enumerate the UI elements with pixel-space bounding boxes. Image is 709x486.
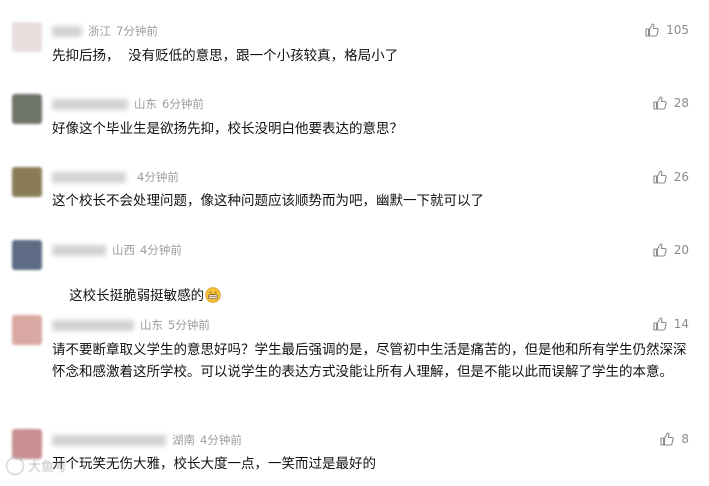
like-count: 20: [673, 243, 689, 257]
thumbs-up-icon: [653, 96, 667, 110]
like-button[interactable]: 26: [653, 168, 689, 186]
comment-text: 好像这个毕业生是欲扬先抑，校长没明白他要表达的意思？: [52, 121, 403, 137]
comment-location: 浙江: [88, 24, 111, 38]
comment-meta: 浙江 7分钟前: [52, 23, 158, 39]
username[interactable]: [52, 319, 134, 331]
comment-text: 这个校长不会处理问题，像这种问题应该顺势而为吧，幽默一下就可以了: [52, 193, 484, 209]
comment-location: 山西: [112, 243, 135, 257]
comment-time: 4分钟前: [140, 243, 182, 257]
like-button[interactable]: 8: [660, 430, 689, 448]
comment-time: 5分钟前: [168, 318, 210, 332]
avatar[interactable]: [12, 94, 42, 124]
grin-emoji-icon: [205, 287, 221, 303]
username[interactable]: [52, 25, 82, 37]
avatar[interactable]: [12, 429, 42, 459]
watermark-text: 大鱼号: [28, 460, 68, 475]
like-button[interactable]: 28: [653, 94, 689, 112]
comment-meta: 山西 4分钟前: [52, 242, 182, 258]
comment-text: 开个玩笑无伤大雅，校长大度一点，一笑而过是最好的: [52, 456, 376, 472]
comment-text: 请不要断章取义学生的意思好吗？学生最后强调的是，尽管初中生活是痛苦的，但是他和所…: [52, 342, 687, 380]
thumbs-up-icon: [653, 243, 667, 257]
comment-text: 先抑后扬， 没有贬低的意思，跟一个小孩较真，格局小了: [52, 48, 399, 64]
like-count: 14: [673, 317, 689, 331]
comment-time: 4分钟前: [137, 170, 179, 184]
like-count: 26: [673, 170, 689, 184]
comment-meta: 湖南 4分钟前: [52, 432, 242, 448]
avatar[interactable]: [12, 167, 42, 197]
comment-location: 湖南: [172, 433, 195, 447]
watermark-logo-icon: [6, 456, 24, 475]
like-count: 105: [666, 23, 689, 37]
comment-time: 4分钟前: [200, 433, 242, 447]
comment-location: 山东: [134, 97, 157, 111]
avatar[interactable]: [12, 240, 42, 270]
username[interactable]: [52, 244, 106, 256]
comment-time: 6分钟前: [162, 97, 204, 111]
thumbs-up-icon: [645, 23, 659, 37]
avatar[interactable]: [12, 22, 42, 52]
thumbs-up-icon: [660, 432, 675, 446]
comment-text: 这校长挺脆弱挺敏感的: [69, 288, 205, 304]
like-count: 28: [673, 96, 689, 110]
comment-meta: 山东 6分钟前: [52, 96, 204, 112]
comment-meta: 4分钟前: [52, 169, 179, 185]
comment-meta: 山东 5分钟前: [52, 317, 210, 333]
thumbs-up-icon: [653, 317, 667, 331]
comment-time: 7分钟前: [116, 24, 158, 38]
comment-location: 山东: [140, 318, 163, 332]
username[interactable]: [52, 98, 128, 110]
like-count: 8: [681, 432, 689, 446]
username[interactable]: [52, 434, 166, 446]
like-button[interactable]: 20: [653, 241, 689, 259]
avatar[interactable]: [12, 315, 42, 345]
like-button[interactable]: 105: [645, 21, 689, 39]
watermark: 大鱼号: [6, 456, 67, 475]
username[interactable]: [52, 171, 126, 183]
thumbs-up-icon: [653, 170, 667, 184]
like-button[interactable]: 14: [653, 315, 689, 333]
